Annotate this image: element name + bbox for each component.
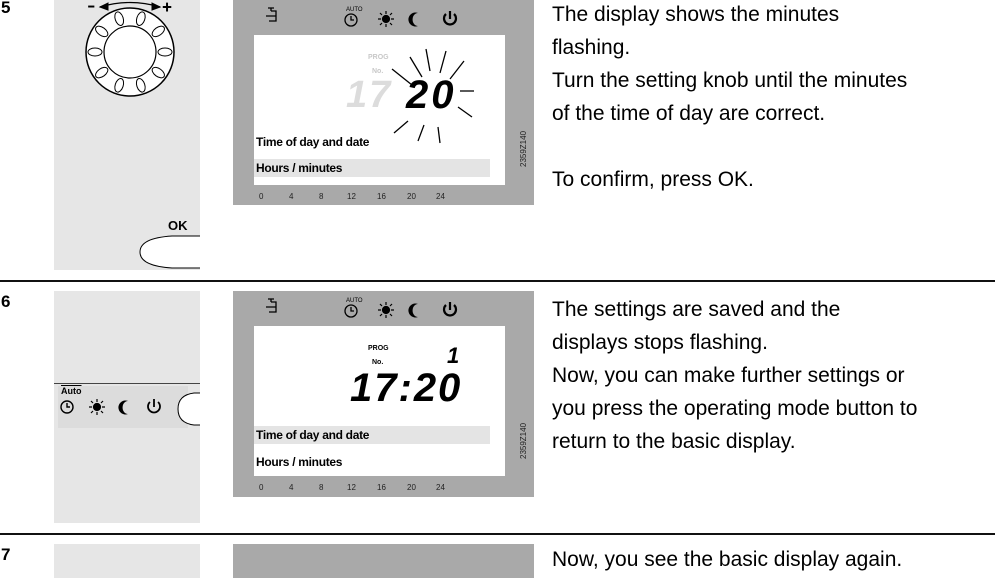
- figure-code: 2359Z140: [519, 422, 528, 459]
- step-description: The display shows the minutes flashing. …: [552, 0, 992, 196]
- description-line: Now, you see the basic display again.: [552, 548, 903, 571]
- standby-icon: [147, 399, 161, 414]
- auto-clock-icon: [344, 13, 358, 27]
- lcd-line2: Hours / minutes: [256, 161, 343, 175]
- scale-tick: 20: [407, 483, 416, 492]
- device-panel: [54, 544, 200, 578]
- scale-tick: 4: [289, 192, 294, 201]
- step-description: Now, you see the basic display again.: [552, 543, 992, 576]
- operating-mode-button[interactable]: [177, 392, 200, 426]
- moon-icon: [408, 12, 418, 27]
- step-divider: [0, 280, 995, 282]
- description-line: Now, you can make further settings or: [552, 364, 905, 387]
- scale-tick: 16: [377, 192, 386, 201]
- description-line: return to the basic display.: [552, 430, 796, 453]
- sun-icon: [378, 302, 394, 318]
- prog-label: PROG: [368, 345, 389, 352]
- comfort-tap-icon: [266, 298, 277, 313]
- device-panel-mode: Auto: [54, 291, 200, 523]
- scale-tick: 12: [347, 192, 356, 201]
- lcd-display: PROG No. 17 20 Time of day and date Hour…: [254, 35, 505, 185]
- ok-label: OK: [168, 218, 188, 233]
- description-line: To confirm, press OK.: [552, 168, 754, 191]
- svg-text:+: +: [162, 0, 172, 14]
- scale-tick: 0: [259, 192, 264, 201]
- moon-icon: [118, 400, 128, 415]
- step-divider: [0, 533, 995, 535]
- standby-icon: [442, 302, 458, 317]
- scale-tick: 24: [436, 192, 445, 201]
- no-label: No.: [372, 359, 384, 366]
- scale-tick: 24: [436, 483, 445, 492]
- lcd-mode-icons: AUTO: [266, 7, 458, 27]
- step-description: The settings are saved and the displays …: [552, 293, 992, 458]
- auto-clock-icon: [60, 400, 74, 414]
- step-number: 5: [1, 0, 11, 17]
- description-line: you press the operating mode button to: [552, 397, 918, 420]
- lcd-mode-icons: AUTO: [266, 298, 458, 318]
- time-value: 17:20: [350, 366, 463, 410]
- description-line: of the time of day are correct.: [552, 102, 826, 125]
- description-line: The display shows the minutes: [552, 3, 840, 26]
- svg-text:–: –: [88, 0, 95, 14]
- scale-tick: 16: [377, 483, 386, 492]
- device-panel-knob: – + OK: [54, 0, 200, 270]
- lcd-frame: AUTO PROG No. 17 20 Time of day and date…: [233, 0, 534, 205]
- knob-grip: [87, 47, 103, 57]
- scale-tick: 12: [347, 483, 356, 492]
- lcd-line1: Time of day and date: [256, 428, 370, 442]
- sun-icon: [378, 11, 394, 27]
- description-line: flashing.: [552, 36, 631, 59]
- lcd-display: PROG No. 1 17:20 Time of day and date Ho…: [254, 326, 505, 476]
- ok-button[interactable]: [139, 235, 200, 269]
- description-line: Turn the setting knob until the minutes: [552, 69, 908, 92]
- description-line: [552, 130, 992, 163]
- setting-knob[interactable]: [85, 7, 175, 97]
- scale-tick: 0: [259, 483, 264, 492]
- step-number: 7: [1, 545, 11, 564]
- hour-scale: 0 4 8 12 16 20 24: [233, 483, 534, 493]
- scale-tick: 4: [289, 483, 294, 492]
- figure-code: 2359Z140: [519, 130, 528, 167]
- lcd-line2: Hours / minutes: [256, 455, 343, 469]
- moon-icon: [408, 303, 418, 318]
- hour-scale: 0 4 8 12 16 20 24: [233, 192, 534, 202]
- lcd-line1: Time of day and date: [256, 135, 370, 149]
- lcd-frame: AUTO PROG No. 1 17:20 Time of day and da…: [233, 291, 534, 497]
- mode-icons: [60, 392, 200, 426]
- description-line: displays stops flashing.: [552, 331, 768, 354]
- standby-icon: [442, 11, 458, 26]
- description-line: The settings are saved and the: [552, 298, 841, 321]
- sun-icon: [89, 399, 105, 415]
- scale-tick: 8: [319, 192, 324, 201]
- scale-tick: 8: [319, 483, 324, 492]
- step-number: 6: [1, 292, 11, 311]
- comfort-tap-icon: [266, 7, 277, 22]
- scale-tick: 20: [407, 192, 416, 201]
- auto-label: AUTO: [346, 7, 363, 13]
- knob-grip: [157, 47, 173, 57]
- auto-clock-icon: [344, 304, 358, 318]
- auto-label: AUTO: [346, 298, 363, 304]
- flashing-rays: [391, 48, 474, 144]
- lcd-frame: [233, 544, 534, 578]
